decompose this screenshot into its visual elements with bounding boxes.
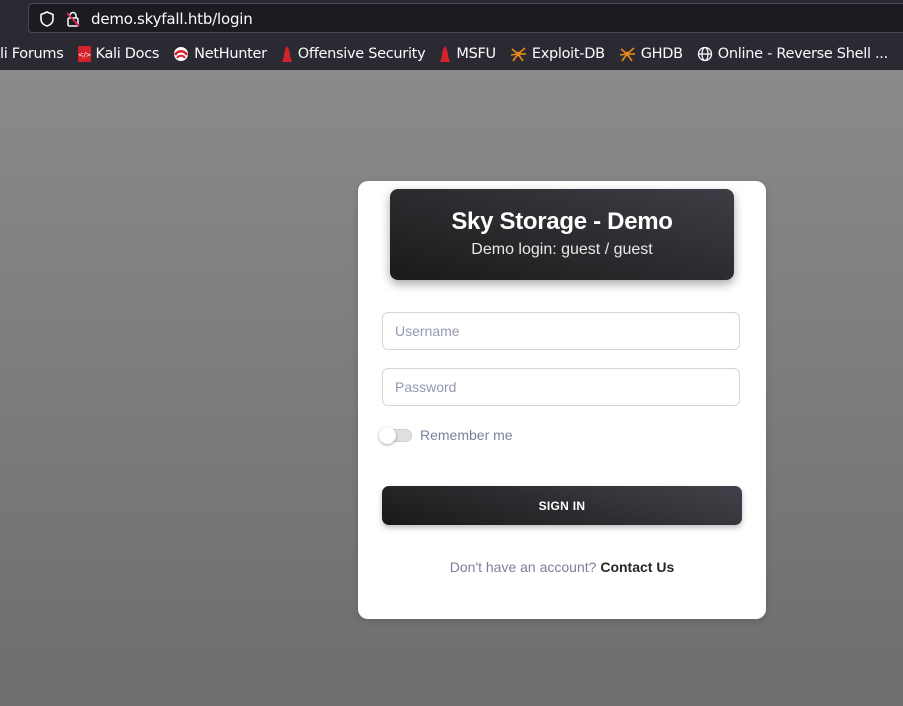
nethunter-icon [174,47,189,61]
url-text[interactable]: demo.skyfall.htb/login [91,10,253,28]
bookmark-label: GHDB [640,46,683,62]
login-card: Sky Storage - Demo Demo login: guest / g… [358,181,766,619]
page-background: Sky Storage - Demo Demo login: guest / g… [0,70,903,706]
svg-text:</>: </> [78,51,91,59]
signup-prompt: Don't have an account? Contact Us [358,559,766,575]
bookmark-kali-docs[interactable]: </> Kali Docs [77,46,160,62]
card-header: Sky Storage - Demo Demo login: guest / g… [390,189,734,280]
bookmark-label: Exploit-DB [531,46,605,62]
bookmark-ghdb[interactable]: GHDB [619,46,683,62]
browser-toolbar: demo.skyfall.htb/login li Forums </> Kal… [0,0,903,70]
bookmark-label: Online - Reverse Shell ... [717,46,888,62]
bookmarks-bar: li Forums </> Kali Docs NetHunter Offens… [0,42,902,66]
bookmark-reverse-shell[interactable]: Online - Reverse Shell ... [697,46,888,62]
bookmark-kali-forums[interactable]: li Forums [0,46,64,62]
lock-insecure-icon[interactable] [64,10,82,28]
contact-us-link[interactable]: Contact Us [600,559,674,575]
bookmark-exploit-db[interactable]: Exploit-DB [510,46,605,62]
offsec-icon [281,45,292,62]
bookmark-label: NetHunter [194,46,267,62]
bookmark-label: MSFU [456,46,496,62]
remember-me-label[interactable]: Remember me [420,427,513,443]
bookmark-label: Kali Docs [95,46,160,62]
bookmark-msfu[interactable]: MSFU [439,45,496,63]
no-account-text: Don't have an account? [449,559,597,575]
kali-docs-icon: </> [77,46,91,62]
bookmark-offensive-security[interactable]: Offensive Security [281,45,426,63]
demo-credentials-hint: Demo login: guest / guest [471,241,653,258]
password-input[interactable] [383,369,739,405]
bookmark-label: Offensive Security [297,46,426,62]
exploitdb-icon [619,47,635,62]
password-field[interactable] [382,368,740,406]
bookmark-nethunter[interactable]: NetHunter [173,46,267,62]
username-input[interactable] [383,313,739,349]
username-field[interactable] [382,312,740,350]
offsec-icon [440,45,451,62]
sign-in-button[interactable]: SIGN IN [382,486,742,525]
page-title: Sky Storage - Demo [451,208,673,235]
shield-icon[interactable] [38,10,56,28]
url-bar[interactable]: demo.skyfall.htb/login [28,3,903,33]
globe-icon [697,46,712,62]
bookmark-label: li Forums [0,46,64,62]
exploitdb-icon [510,47,526,62]
toggle-knob [379,427,396,444]
remember-me-toggle[interactable] [379,427,412,444]
